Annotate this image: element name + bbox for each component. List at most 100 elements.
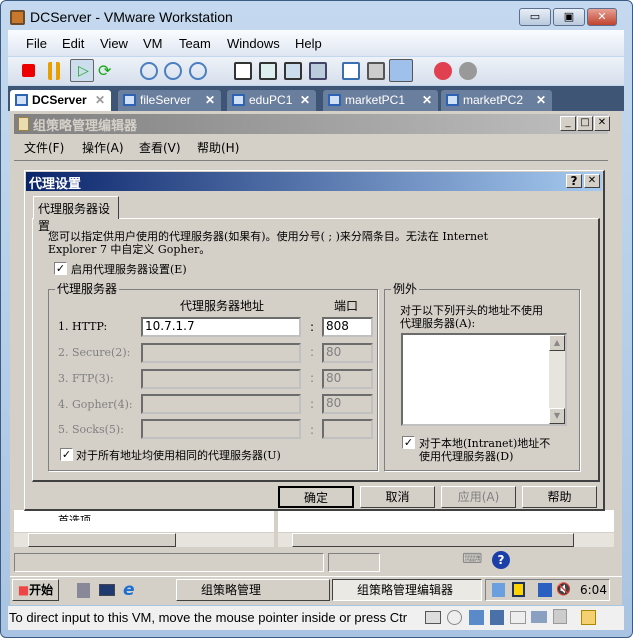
fullscreen-icon[interactable]	[259, 62, 277, 80]
secure-address-input[interactable]	[141, 343, 301, 363]
quick-switch-icon[interactable]	[284, 62, 302, 80]
console-icon[interactable]	[367, 62, 385, 80]
printer-icon[interactable]	[510, 611, 526, 624]
revert-snapshot-icon[interactable]	[164, 62, 182, 80]
scroll-down-button[interactable]: ▼	[549, 408, 565, 424]
minimize-button[interactable]: ▭	[519, 8, 551, 26]
network-icon[interactable]	[538, 583, 552, 597]
dialog-help-button[interactable]: ?	[566, 174, 582, 188]
menu-help[interactable]: Help	[295, 36, 322, 51]
tab-edupc1[interactable]: eduPC1 ✕	[227, 90, 316, 111]
notes-icon[interactable]	[581, 610, 596, 625]
keyboard-icon[interactable]: ⌨	[462, 551, 484, 569]
help-button[interactable]: 帮助	[522, 486, 597, 508]
power-on-button[interactable]: ▷	[70, 59, 94, 82]
gpe-status-bar	[14, 553, 324, 572]
same-proxy-checkbox[interactable]: ✓	[60, 448, 73, 461]
usb-icon[interactable]	[553, 609, 567, 624]
gpe-maximize-button[interactable]: □	[577, 116, 593, 131]
scroll-up-button[interactable]: ▲	[549, 335, 565, 351]
taskbar-item-gpe[interactable]: 组策略管理编辑器	[332, 579, 482, 601]
close-tab-icon[interactable]: ✕	[205, 90, 215, 110]
pause-icon[interactable]	[48, 62, 60, 80]
powershell-icon[interactable]	[99, 584, 115, 596]
cd-dvd-icon[interactable]	[447, 610, 462, 625]
socks-address-input[interactable]	[141, 419, 301, 439]
apply-button[interactable]: 应用(A)	[441, 486, 516, 508]
ftp-address-input[interactable]	[141, 369, 301, 389]
taskbar-item-gpm[interactable]: 组策略管理	[176, 579, 330, 601]
close-tab-icon[interactable]: ✕	[300, 90, 310, 110]
http-label: 1. HTTP:	[58, 320, 108, 333]
hard-disk-icon[interactable]	[425, 611, 441, 624]
tree-horizontal-scrollbar[interactable]	[14, 533, 274, 547]
internet-explorer-icon[interactable]: e	[123, 580, 135, 600]
gopher-port-input[interactable]: 80	[322, 394, 373, 414]
cancel-button[interactable]: 取消	[360, 486, 435, 508]
volume-muted-icon[interactable]: 🔇	[556, 582, 571, 596]
bypass-local-checkbox[interactable]: ✓	[402, 436, 415, 449]
socks-port-input[interactable]	[322, 419, 373, 439]
power-off-icon[interactable]	[22, 64, 35, 77]
display-icon[interactable]	[531, 611, 547, 623]
dialog-titlebar	[26, 172, 602, 191]
security-warning-icon[interactable]	[512, 582, 525, 597]
tab-marketpc1[interactable]: marketPC1 ✕	[323, 90, 438, 111]
sound-icon[interactable]	[490, 610, 504, 625]
tab-proxy-server-settings[interactable]: 代理服务器设置	[33, 196, 119, 233]
secure-port-input[interactable]: 80	[322, 343, 373, 363]
menu-edit[interactable]: Edit	[62, 36, 84, 51]
http-port-input[interactable]: 808	[322, 317, 373, 337]
close-tab-icon[interactable]: ✕	[95, 90, 105, 110]
menu-view[interactable]: View	[100, 36, 128, 51]
record-icon[interactable]	[434, 62, 452, 80]
sidebar-icon[interactable]	[234, 62, 252, 80]
unity-icon[interactable]	[309, 62, 327, 80]
http-address-input[interactable]: 10.7.1.7	[141, 317, 301, 337]
exceptions-label-line2: 代理服务器(A):	[400, 317, 476, 330]
enable-proxy-checkbox[interactable]: ✓	[54, 262, 67, 275]
ok-button[interactable]: 确定	[278, 486, 354, 508]
gpe-title: 组策略管理编辑器	[33, 119, 138, 134]
replay-icon[interactable]	[459, 62, 477, 80]
menu-vm[interactable]: VM	[143, 36, 163, 51]
snapshot-manager-icon[interactable]	[189, 62, 207, 80]
menu-windows[interactable]: Windows	[227, 36, 280, 51]
menu-file[interactable]: File	[26, 36, 47, 51]
gpe-close-button[interactable]: ✕	[594, 116, 610, 131]
tab-dcserver[interactable]: DCServer ✕	[10, 90, 111, 111]
close-tab-icon[interactable]: ✕	[422, 90, 432, 110]
vm-icon	[15, 94, 28, 106]
vm-settings-icon[interactable]	[342, 62, 360, 80]
address-header: 代理服务器地址	[180, 299, 265, 313]
network-adapter-icon[interactable]	[469, 610, 484, 625]
enable-proxy-label: 启用代理服务器设置(E)	[71, 263, 187, 276]
gpe-menu-view[interactable]: 查看(V)	[139, 139, 181, 156]
reset-icon[interactable]: ⟳	[98, 62, 116, 80]
tray-app-icon[interactable]	[492, 583, 505, 597]
close-tab-icon[interactable]: ✕	[536, 90, 546, 110]
dialog-close-button[interactable]: ✕	[584, 174, 600, 188]
ftp-port-input[interactable]: 80	[322, 369, 373, 389]
gpe-minimize-button[interactable]: _	[560, 116, 576, 131]
help-icon[interactable]: ?	[492, 551, 510, 569]
menu-team[interactable]: Team	[179, 36, 211, 51]
gopher-address-input[interactable]	[141, 394, 301, 414]
detail-horizontal-scrollbar[interactable]	[278, 533, 614, 547]
same-proxy-label: 对于所有地址均使用相同的代理服务器(U)	[76, 449, 281, 462]
restore-button[interactable]: ▣	[553, 8, 585, 26]
summary-view-button[interactable]	[389, 59, 413, 82]
close-button[interactable]: ✕	[587, 8, 617, 26]
gpe-menu-help[interactable]: 帮助(H)	[197, 139, 239, 156]
server-manager-icon[interactable]	[77, 583, 90, 598]
snapshot-icon[interactable]	[140, 62, 158, 80]
gpe-menu-action[interactable]: 操作(A)	[82, 139, 124, 156]
tree-item-preferences[interactable]: 首选项	[58, 512, 91, 521]
exceptions-textarea[interactable]	[401, 333, 567, 426]
start-button[interactable]: ■开始	[12, 579, 59, 601]
tab-marketpc2[interactable]: marketPC2 ✕	[441, 90, 552, 111]
tab-fileserver[interactable]: fileServer ✕	[118, 90, 221, 111]
ftp-label: 3. FTP(3):	[58, 372, 114, 385]
gpe-menu-file[interactable]: 文件(F)	[24, 139, 64, 156]
divider	[14, 160, 608, 161]
